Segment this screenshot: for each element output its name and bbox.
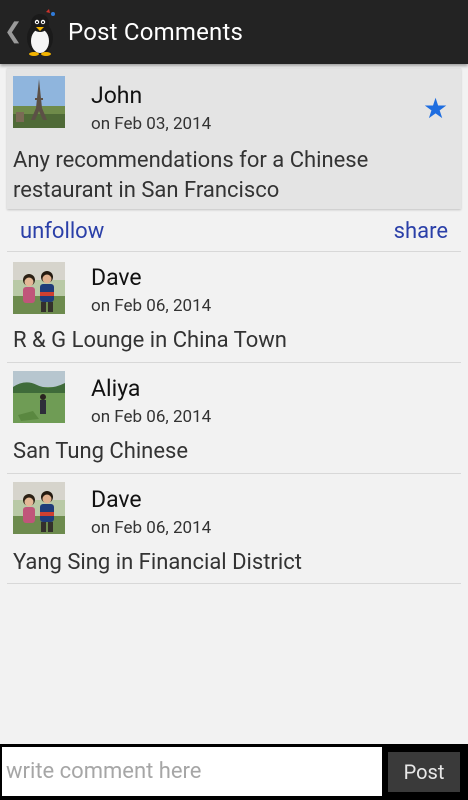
comment-item: Dave on Feb 06, 2014 R & G Lounge in Chi… bbox=[7, 252, 461, 362]
comment-author[interactable]: Dave bbox=[91, 486, 142, 513]
kids-photo bbox=[13, 262, 65, 314]
comment-text: San Tung Chinese bbox=[13, 439, 189, 464]
unfollow-link[interactable]: unfollow bbox=[20, 219, 104, 244]
comment-input[interactable] bbox=[2, 747, 382, 796]
comment-date: on Feb 06, 2014 bbox=[91, 518, 212, 538]
original-post: John on Feb 03, 2014 ★ Any recommendatio… bbox=[7, 68, 461, 209]
comment-author[interactable]: Aliya bbox=[91, 375, 140, 402]
comment-date: on Feb 06, 2014 bbox=[91, 296, 212, 316]
comment-text: Yang Sing in Financial District bbox=[13, 550, 302, 575]
comment-item: Dave on Feb 06, 2014 Yang Sing in Financ… bbox=[7, 474, 461, 584]
comment-item: Aliya on Feb 06, 2014 San Tung Chinese bbox=[7, 363, 461, 473]
comment-composer: Post bbox=[0, 744, 468, 800]
comment-date: on Feb 06, 2014 bbox=[91, 407, 212, 427]
page-title: Post Comments bbox=[68, 18, 244, 46]
field-photo bbox=[13, 371, 65, 423]
star-icon[interactable]: ★ bbox=[423, 92, 448, 125]
penguin-app-icon[interactable] bbox=[20, 8, 60, 56]
avatar[interactable] bbox=[13, 371, 65, 423]
avatar[interactable] bbox=[13, 262, 65, 314]
post-author[interactable]: John bbox=[91, 82, 142, 109]
kids-photo bbox=[13, 482, 65, 534]
avatar[interactable] bbox=[13, 76, 65, 128]
comment-author[interactable]: Dave bbox=[91, 264, 142, 291]
post-actions: unfollow share bbox=[7, 213, 461, 251]
post-text: Any recommendations for a Chinese restau… bbox=[13, 148, 369, 203]
comment-text: R & G Lounge in China Town bbox=[13, 328, 287, 353]
back-chevron-icon[interactable]: ❮ bbox=[4, 21, 22, 43]
eiffel-tower-photo bbox=[13, 76, 65, 128]
share-link[interactable]: share bbox=[394, 219, 448, 244]
post-button[interactable]: Post bbox=[388, 752, 460, 792]
action-bar: ❮ Post Comments bbox=[0, 0, 468, 64]
avatar[interactable] bbox=[13, 482, 65, 534]
divider bbox=[7, 583, 461, 584]
post-date: on Feb 03, 2014 bbox=[91, 114, 212, 134]
